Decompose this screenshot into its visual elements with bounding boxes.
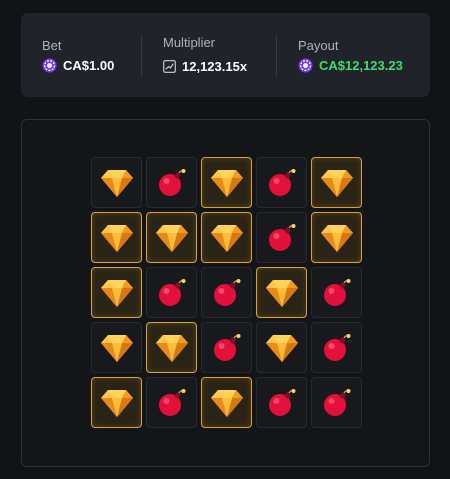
bomb-icon [212, 333, 242, 363]
bet-value-row: CA$1.00 [42, 58, 114, 73]
grid-tile[interactable] [146, 322, 197, 373]
grid-tile[interactable] [256, 212, 307, 263]
bomb-icon [157, 388, 187, 418]
bomb-icon [267, 168, 297, 198]
grid-tile[interactable] [201, 212, 252, 263]
gem-icon [100, 388, 134, 418]
multiplier-label: Multiplier [163, 35, 216, 50]
multiplier-value-row: 12,123.15x [163, 59, 247, 74]
grid-tile[interactable] [146, 267, 197, 318]
gem-icon [100, 333, 134, 363]
bomb-icon [212, 278, 242, 308]
bomb-icon [322, 333, 352, 363]
gem-icon [155, 333, 189, 363]
bomb-icon [267, 223, 297, 253]
grid-tile[interactable] [91, 212, 142, 263]
grid-tile[interactable] [91, 322, 142, 373]
grid-tile[interactable] [91, 157, 142, 208]
gem-icon [100, 223, 134, 253]
gem-icon [210, 388, 244, 418]
chip-icon [42, 58, 57, 73]
grid-tile[interactable] [91, 377, 142, 428]
divider [141, 35, 142, 77]
payout-value-row: CA$12,123.23 [298, 58, 403, 73]
stats-bar: Bet CA$1.00 Multiplier 12,123.15x Payout [21, 13, 430, 97]
multiplier-icon [163, 60, 176, 73]
gem-icon [320, 223, 354, 253]
game-board [21, 119, 430, 467]
grid-tile[interactable] [146, 157, 197, 208]
grid-tile[interactable] [201, 157, 252, 208]
grid-tile[interactable] [311, 267, 362, 318]
bomb-icon [322, 278, 352, 308]
bomb-icon [157, 278, 187, 308]
gem-icon [265, 278, 299, 308]
grid-tile[interactable] [201, 377, 252, 428]
grid-tile[interactable] [256, 377, 307, 428]
gem-icon [320, 168, 354, 198]
payout-value: CA$12,123.23 [319, 58, 403, 73]
bet-value: CA$1.00 [63, 58, 115, 73]
bomb-icon [267, 388, 297, 418]
grid-tile[interactable] [201, 322, 252, 373]
gem-icon [210, 223, 244, 253]
grid-tile[interactable] [256, 267, 307, 318]
grid-tile[interactable] [311, 212, 362, 263]
bomb-icon [322, 388, 352, 418]
gem-icon [100, 168, 134, 198]
grid-tile[interactable] [311, 377, 362, 428]
divider [276, 35, 277, 77]
gem-icon [100, 278, 134, 308]
bomb-icon [157, 168, 187, 198]
chip-icon [298, 58, 313, 73]
bet-label: Bet [42, 38, 62, 53]
grid-tile[interactable] [256, 157, 307, 208]
mines-grid [91, 157, 362, 428]
gem-icon [210, 168, 244, 198]
grid-tile[interactable] [146, 212, 197, 263]
payout-label: Payout [298, 38, 339, 53]
gem-icon [265, 333, 299, 363]
grid-tile[interactable] [201, 267, 252, 318]
grid-tile[interactable] [311, 157, 362, 208]
multiplier-value: 12,123.15x [182, 59, 248, 74]
grid-tile[interactable] [311, 322, 362, 373]
grid-tile[interactable] [256, 322, 307, 373]
gem-icon [155, 223, 189, 253]
grid-tile[interactable] [146, 377, 197, 428]
grid-tile[interactable] [91, 267, 142, 318]
